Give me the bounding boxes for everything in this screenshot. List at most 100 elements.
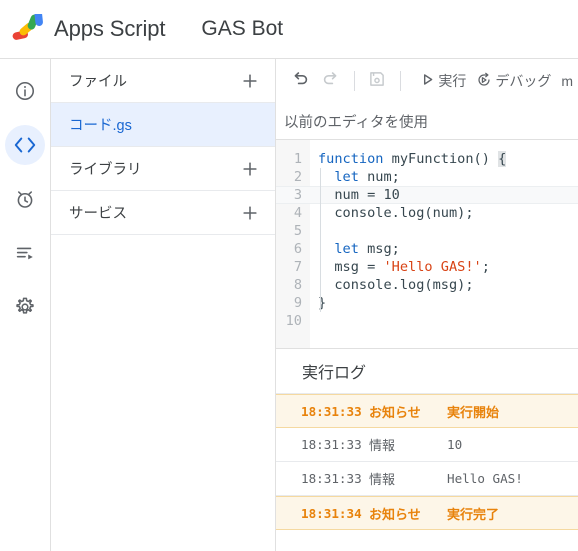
code-brackets-icon	[13, 135, 37, 155]
add-library-button[interactable]	[237, 156, 263, 182]
code-line: 3 num = 10	[276, 186, 578, 204]
function-select-value: m	[561, 73, 574, 89]
brand-name: Apps Script	[54, 16, 166, 41]
redo-button[interactable]	[316, 66, 346, 96]
line-number: 4	[293, 205, 302, 221]
project-title: GAS Bot	[201, 17, 284, 40]
code-token: let	[334, 241, 359, 257]
log-timestamp: 18:31:33	[301, 437, 362, 452]
add-file-button[interactable]	[237, 68, 263, 94]
line-number: 3	[293, 187, 302, 203]
code-line: 9}	[276, 294, 578, 312]
sidebar-item-editor[interactable]	[5, 125, 45, 165]
redo-arrow-icon	[321, 69, 340, 93]
indent-guide	[320, 168, 321, 312]
code-token: msg;	[358, 241, 400, 257]
debug-icon	[476, 72, 492, 91]
code-token: {	[498, 151, 507, 167]
log-message: 実行完了	[447, 506, 500, 522]
line-number: 10	[285, 313, 302, 329]
debug-button-label: デバッグ	[495, 73, 552, 89]
code-editor[interactable]: 1 function myFunction() {2 let num; 3 num …	[276, 140, 578, 348]
run-button[interactable]: 実行	[415, 66, 471, 96]
log-timestamp: 18:31:33	[301, 403, 362, 419]
code-line: 5	[276, 222, 578, 240]
code-token: let	[334, 169, 359, 185]
editor-toolbar: 実行 デバッグ m	[276, 59, 578, 103]
section-label-services: サービス	[69, 206, 127, 222]
execution-log-panel: 実行ログ 18:31:33 お知らせ 実行開始 18:31:33 情報 10 18:31:3…	[276, 348, 578, 551]
file-item-code-gs[interactable]: コード.gs	[51, 103, 275, 147]
app-header: Apps Script GAS Bot	[0, 0, 578, 59]
gear-icon	[14, 296, 36, 318]
code-token: myFunction()	[391, 151, 499, 167]
save-floppy-icon	[368, 70, 386, 93]
log-row: 18:31:33 情報 Hello GAS!	[276, 462, 578, 496]
line-number: 5	[293, 223, 302, 239]
line-number: 2	[293, 169, 302, 185]
apps-script-logo	[6, 14, 52, 44]
execution-log-rows: 18:31:33 お知らせ 実行開始 18:31:33 情報 10 18:31:33 情報 He…	[276, 394, 578, 530]
code-token: msg =	[318, 259, 384, 275]
code-line: 4 console.log(num);	[276, 204, 578, 222]
code-line: 6 let msg;	[276, 240, 578, 258]
log-level: 情報	[369, 472, 396, 487]
log-level: お知らせ	[369, 506, 421, 522]
code-token: ;	[481, 259, 490, 275]
line-number: 7	[293, 259, 302, 275]
log-level: 情報	[369, 438, 396, 453]
code-line: 1 function myFunction() {	[276, 150, 578, 168]
file-panel: ファイル コード.gs ライブラリ サービス	[51, 59, 276, 551]
code-line: 10	[276, 312, 578, 330]
code-line-text: msg = 'Hello GAS!';	[306, 258, 490, 276]
undo-button[interactable]	[286, 66, 316, 96]
sidebar-item-overview[interactable]	[5, 71, 45, 111]
toolbar-divider-1	[353, 71, 355, 91]
legacy-editor-link[interactable]: 以前のエディタを使用	[284, 111, 428, 132]
code-token: 'Hello GAS!'	[383, 259, 482, 275]
line-number: 1	[293, 151, 302, 167]
run-button-label: 実行	[438, 73, 467, 89]
code-token: console.log(msg);	[318, 277, 474, 293]
log-row: 18:31:33 お知らせ 実行開始	[276, 394, 578, 428]
code-lines: 1 function myFunction() {2 let num; 3 num …	[276, 150, 578, 330]
code-line: 7 msg = 'Hello GAS!';	[276, 258, 578, 276]
file-item-label: コード.gs	[69, 118, 132, 134]
code-token: num = 10	[318, 187, 400, 203]
code-token: function	[318, 151, 392, 167]
code-line-text: console.log(msg);	[306, 276, 474, 294]
add-service-button[interactable]	[237, 200, 263, 226]
play-triangle-icon	[420, 72, 435, 90]
log-row: 18:31:33 情報 10	[276, 428, 578, 462]
section-label-files: ファイル	[69, 74, 127, 90]
file-panel-section-libraries: ライブラリ	[51, 147, 275, 191]
function-select[interactable]: m	[556, 66, 578, 96]
code-line-text: }	[306, 294, 326, 312]
file-panel-section-services: サービス	[51, 191, 275, 235]
log-message: 10	[447, 437, 463, 452]
alarm-clock-icon	[14, 188, 36, 210]
sidebar-item-project-settings[interactable]	[5, 287, 45, 327]
log-message: 実行開始	[447, 404, 500, 420]
code-token: console.log(num);	[318, 205, 474, 221]
code-token: num;	[358, 169, 400, 185]
info-circle-icon	[14, 80, 36, 102]
log-level: お知らせ	[369, 404, 421, 420]
sidebar-item-executions[interactable]	[5, 233, 45, 273]
line-number: 9	[293, 295, 302, 311]
editor-subbar: 以前のエディタを使用	[276, 103, 578, 140]
code-line: 8 console.log(msg);	[276, 276, 578, 294]
file-panel-section-files: ファイル	[51, 59, 275, 103]
execution-list-icon	[14, 242, 36, 264]
save-button[interactable]	[363, 66, 393, 96]
apps-script-window: Apps Script GAS Bot ファイル コード.gs ライブラリ サー…	[0, 0, 578, 551]
sidebar-item-triggers[interactable]	[5, 179, 45, 219]
log-timestamp: 18:31:33	[301, 471, 362, 486]
log-message: Hello GAS!	[447, 471, 523, 486]
undo-arrow-icon	[291, 69, 310, 93]
line-number: 8	[293, 277, 302, 293]
toolbar-divider-2	[400, 71, 402, 91]
debug-button[interactable]: デバッグ	[471, 66, 556, 96]
line-number: 6	[293, 241, 302, 257]
